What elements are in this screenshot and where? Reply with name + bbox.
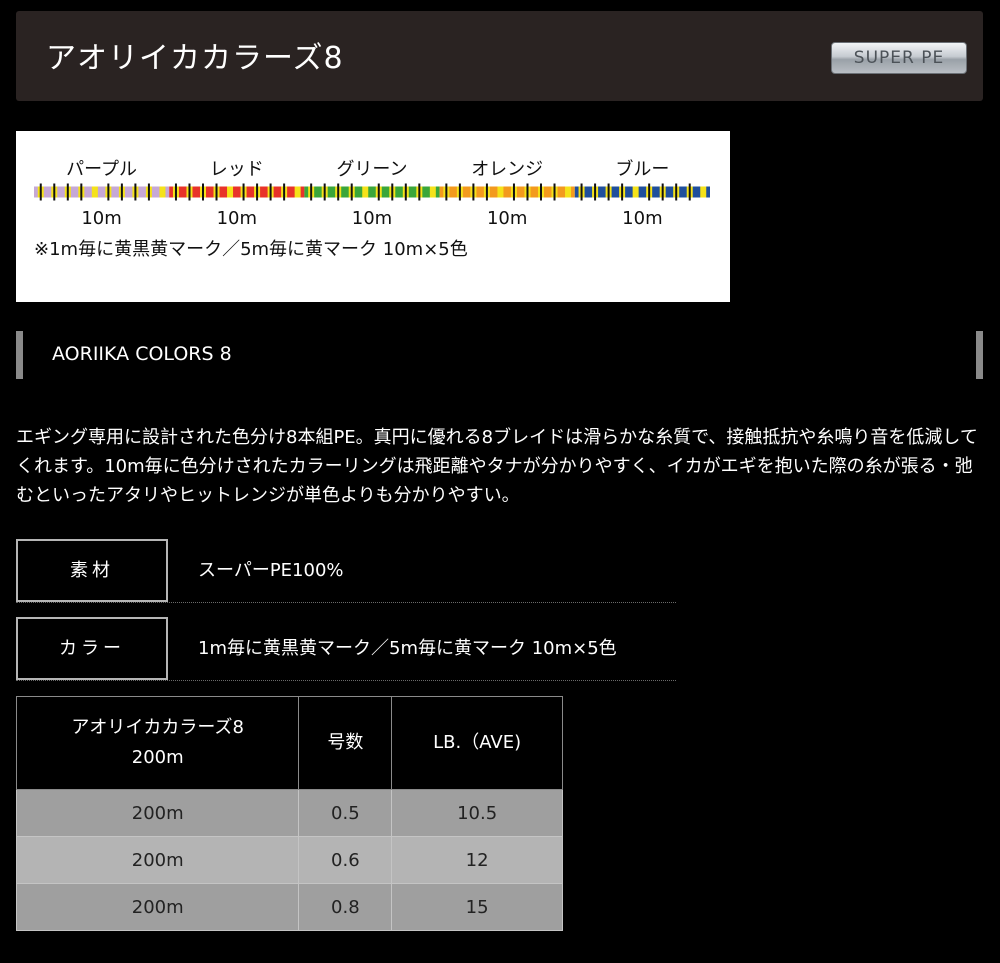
mark-black	[485, 183, 488, 201]
spec-table: アオリイカカラーズ8 200m 号数 LB.（AVE) 200m 0.5 10.…	[15, 696, 563, 931]
segment-color-label: パープル	[66, 159, 137, 180]
section-right-bar	[976, 331, 983, 379]
mark-yellow	[429, 186, 436, 198]
mark-yellow	[362, 186, 369, 198]
cell-size: 0.8	[298, 883, 393, 931]
mark-black	[215, 183, 218, 201]
mark-black	[323, 183, 326, 201]
mark-black	[66, 183, 69, 201]
mark-yellow	[632, 186, 639, 198]
color-diagram: パープル 10m レッド 10m グリーン 10m オレンジ 10m ブルー 10m ※1m毎に黄黒…	[16, 131, 730, 302]
super-pe-badge: SUPER PE	[831, 42, 967, 74]
mark-yellow	[227, 186, 234, 198]
mark-black	[540, 183, 542, 201]
mark-black	[621, 183, 624, 201]
segment-color-label: ブルー	[615, 158, 669, 180]
mark-yellow	[700, 186, 707, 198]
mark-yellow	[294, 186, 301, 198]
mark-black	[256, 183, 259, 201]
table-row: 200m 0.6 12	[15, 836, 563, 884]
color-line-diagram: パープル 10m レッド 10m グリーン 10m オレンジ 10m ブルー 10m ※1m毎に黄黒…	[34, 158, 710, 260]
cell-lb: 10.5	[391, 789, 563, 837]
mark-black	[134, 183, 137, 201]
section-heading: AORIIKA COLORS 8	[16, 331, 983, 379]
cell-lb: 15	[391, 883, 563, 931]
mark-black	[80, 183, 83, 201]
segment-length-label: 10m	[487, 208, 527, 229]
header-size: 号数	[298, 696, 393, 790]
segment-color-label: オレンジ	[471, 159, 543, 180]
mark-yellow	[159, 186, 166, 198]
mark-black	[188, 183, 191, 201]
mark-black	[580, 183, 583, 201]
mark-black	[607, 183, 610, 201]
mark-black	[391, 183, 394, 201]
mark-black	[418, 183, 421, 201]
mark-black	[675, 183, 678, 201]
mark-black	[648, 183, 651, 201]
spec-label-color: カラー	[16, 617, 168, 680]
mark-black	[377, 183, 380, 201]
mark-black	[337, 183, 340, 201]
cell-length: 200m	[15, 836, 300, 884]
mark-black	[283, 183, 286, 201]
segment-length-label: 10m	[622, 208, 662, 229]
cell-length: 200m	[15, 789, 300, 837]
header-lb: LB.（AVE)	[391, 696, 563, 790]
cell-lb: 12	[391, 836, 563, 884]
diagram-note: ※1m毎に黄黒黄マーク／5m毎に黄マーク 10m×5色	[34, 239, 468, 260]
mark-black	[404, 183, 407, 201]
mark-black	[445, 183, 448, 201]
mark-black	[147, 183, 150, 201]
spec-value-color: 1m毎に黄黒黄マーク／5m毎に黄マーク 10m×5色	[198, 638, 617, 659]
table-row: 200m 0.5 10.5	[15, 789, 563, 837]
spec-row-material: 素材 スーパーPE100%	[16, 539, 676, 603]
mark-black	[553, 183, 556, 201]
mark-black	[310, 183, 313, 201]
mark-black	[174, 183, 177, 201]
mark-black	[269, 183, 272, 201]
segment-length-label: 10m	[217, 208, 257, 229]
product-header: アオリイカカラーズ8 SUPER PE	[16, 11, 983, 101]
mark-black	[661, 183, 664, 201]
mark-black	[688, 183, 691, 201]
mark-black	[458, 183, 461, 201]
spec-label-material: 素材	[16, 539, 168, 602]
segment-length-label: 10m	[352, 208, 392, 229]
product-title: アオリイカカラーズ8	[46, 41, 344, 76]
section-title: AORIIKA COLORS 8	[52, 343, 232, 365]
table-row: 200m 0.8 15	[15, 883, 563, 931]
mark-black	[526, 183, 529, 201]
mark-black	[39, 183, 42, 201]
cell-size: 0.6	[298, 836, 393, 884]
cell-size: 0.5	[298, 789, 393, 837]
mark-yellow	[91, 186, 98, 198]
spec-row-color: カラー 1m毎に黄黒黄マーク／5m毎に黄マーク 10m×5色	[16, 617, 676, 681]
product-description: エギング専用に設計された色分け8本組PE。真円に優れる8ブレイドは滑らかな糸質で…	[16, 427, 978, 506]
spec-value-material: スーパーPE100%	[198, 560, 344, 581]
mark-black	[512, 183, 515, 201]
mark-black	[107, 183, 110, 201]
mark-yellow	[565, 186, 572, 198]
segment-length-label: 10m	[81, 208, 121, 229]
mark-black	[53, 183, 56, 201]
mark-black	[242, 183, 245, 201]
header-product: アオリイカカラーズ8 200m	[15, 696, 300, 790]
table-header-row: アオリイカカラーズ8 200m 号数 LB.（AVE)	[15, 696, 563, 790]
mark-black	[472, 183, 475, 201]
segment-color-label: グリーン	[336, 159, 407, 180]
mark-black	[350, 183, 353, 201]
segment-color-label: レッド	[210, 159, 264, 180]
cell-length: 200m	[15, 883, 300, 931]
mark-black	[202, 183, 204, 201]
mark-yellow	[497, 186, 504, 198]
mark-black	[594, 183, 597, 201]
section-left-bar	[16, 331, 23, 379]
mark-black	[120, 183, 123, 201]
